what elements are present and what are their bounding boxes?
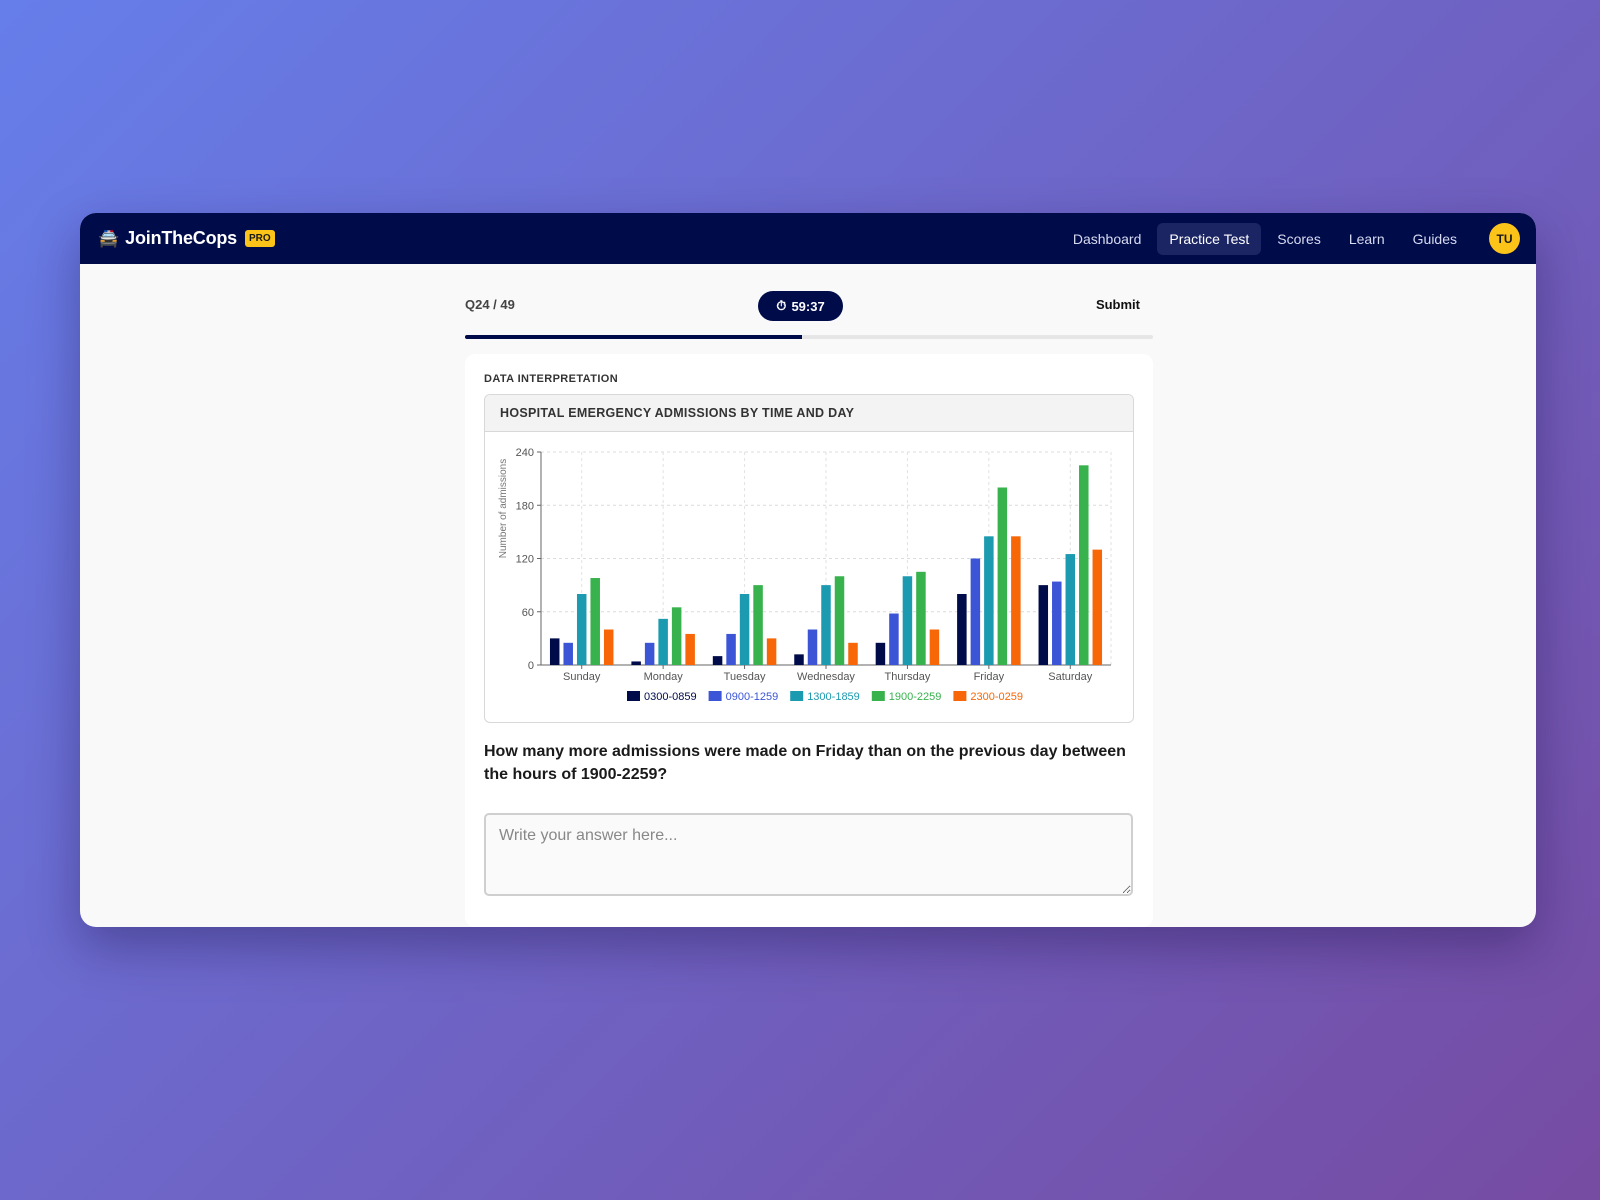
bar (889, 613, 899, 665)
bar (957, 594, 967, 665)
legend-swatch (708, 691, 722, 701)
y-tick-label: 60 (522, 607, 534, 619)
bar (644, 642, 655, 665)
legend-swatch (790, 691, 804, 701)
x-tick-label: Saturday (1048, 671, 1093, 683)
nav-link-learn[interactable]: Learn (1337, 223, 1397, 255)
y-tick-label: 240 (516, 447, 534, 459)
bar (603, 629, 614, 665)
bar (685, 633, 695, 665)
bar (984, 536, 994, 665)
chart-area: 0 60 120 180 240 Number of admissions Sunday Mo… (485, 432, 1133, 722)
brand-name: JoinTheCops (125, 228, 237, 248)
bar-chart: 0 60 120 180 240 Number of admissions Sunday Mo… (498, 447, 1112, 703)
bar (902, 576, 913, 665)
legend-label: 0900-1259 (726, 691, 779, 703)
answer-input[interactable] (484, 813, 1133, 896)
top-navbar: 🚔 JoinTheCops PRO Dashboard Practice Tes… (80, 213, 1536, 264)
bar (929, 629, 940, 665)
bar (970, 558, 981, 665)
bar (807, 629, 818, 665)
chart-title: HOSPITAL EMERGENCY ADMISSIONS BY TIME AN… (485, 395, 1133, 432)
legend-label: 1900-2259 (889, 691, 942, 703)
nav-link-dashboard[interactable]: Dashboard (1061, 223, 1154, 255)
timer: ⏱ 59:37 (758, 291, 843, 321)
x-tick-label: Wednesday (797, 671, 855, 683)
question-text: How many more admissions were made on Fr… (484, 743, 1126, 783)
bar (1092, 549, 1103, 665)
bar (916, 571, 926, 665)
bar (766, 638, 777, 665)
bar (726, 633, 736, 665)
bar (658, 618, 668, 665)
chart-panel: HOSPITAL EMERGENCY ADMISSIONS BY TIME AN… (484, 394, 1134, 723)
x-tick-label: Friday (974, 671, 1005, 683)
bar (1079, 465, 1089, 665)
test-content: Q24 / 49 ⏱ 59:37 Submit DATA INTERPRETAT… (465, 264, 1153, 927)
question-card: DATA INTERPRETATION HOSPITAL EMERGENCY A… (465, 354, 1153, 927)
stopwatch-icon: ⏱ (776, 298, 787, 313)
legend-label: 1300-1859 (807, 691, 860, 703)
question-category: DATA INTERPRETATION (484, 373, 619, 385)
nav-link-guides[interactable]: Guides (1401, 223, 1469, 255)
legend-swatch (871, 691, 885, 701)
nav-link-practice-test[interactable]: Practice Test (1157, 222, 1262, 255)
x-tick-label: Monday (644, 671, 684, 683)
bar (834, 576, 845, 665)
bar (631, 661, 641, 665)
y-tick-label: 120 (516, 554, 534, 566)
y-tick-label: 180 (516, 500, 534, 512)
bar (549, 638, 560, 665)
timer-value: 59:37 (791, 298, 825, 314)
bar (671, 607, 682, 665)
x-tick-label: Sunday (563, 671, 601, 683)
bar (1065, 554, 1076, 665)
nav-link-scores[interactable]: Scores (1265, 223, 1333, 255)
question-counter: Q24 / 49 (465, 297, 515, 312)
bar (563, 642, 573, 665)
y-tick-label: 0 (528, 660, 534, 672)
legend-swatch (627, 691, 640, 701)
bar (590, 578, 600, 665)
police-car-icon: 🚔 (98, 229, 120, 248)
bar (753, 585, 763, 665)
bar (739, 594, 750, 665)
pro-badge: PRO (244, 230, 275, 247)
bar (1052, 581, 1062, 665)
bar (794, 654, 804, 665)
x-tick-label: Tuesday (724, 671, 766, 683)
x-tick-label: Thursday (884, 671, 930, 683)
test-topbar: Q24 / 49 ⏱ 59:37 Submit (465, 264, 1153, 354)
brand[interactable]: 🚔 JoinTheCops PRO (98, 228, 275, 249)
bar (821, 585, 831, 665)
bar (997, 487, 1008, 665)
legend-label: 0300-0859 (644, 691, 697, 703)
app-window: 🚔 JoinTheCops PRO Dashboard Practice Tes… (80, 213, 1536, 927)
progress-bar (465, 335, 1153, 339)
progress-fill (465, 335, 803, 339)
submit-button[interactable]: Submit (1096, 297, 1140, 312)
bar (576, 594, 587, 665)
legend-swatch (953, 691, 967, 701)
bar (1011, 536, 1021, 665)
bar (1038, 585, 1049, 665)
bar (848, 642, 858, 665)
nav-links: Dashboard Practice Test Scores Learn Gui… (1061, 222, 1520, 255)
y-axis-label: Number of admissions (498, 459, 509, 558)
bar (875, 642, 886, 665)
legend-label: 2300-0259 (970, 691, 1023, 703)
user-avatar[interactable]: TU (1489, 223, 1520, 254)
bar (712, 656, 723, 665)
